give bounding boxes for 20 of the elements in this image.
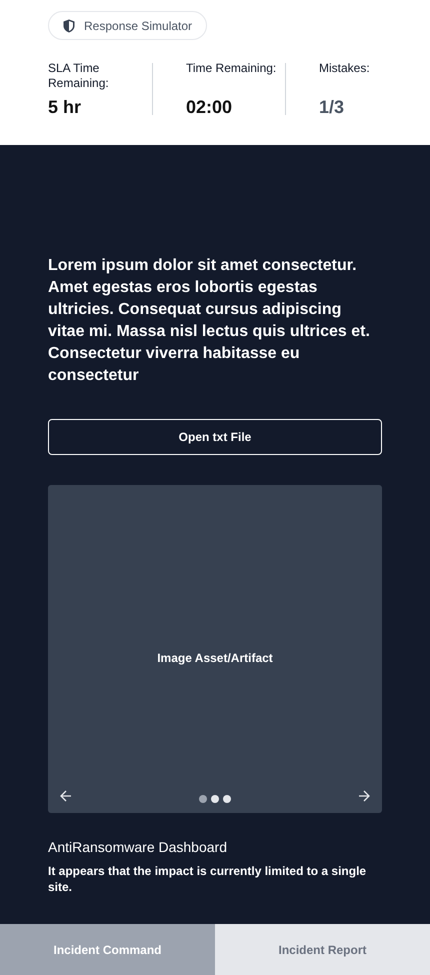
stat-label: Time Remaining: — [186, 61, 278, 76]
tab[interactable]: Incident Report — [215, 924, 430, 975]
carousel-dot[interactable] — [211, 795, 219, 803]
carousel-dot[interactable] — [223, 795, 231, 803]
previous-arrow-icon[interactable] — [60, 790, 72, 802]
carousel-dot[interactable] — [199, 795, 207, 803]
stat-value: 02:00 — [186, 97, 234, 117]
tab[interactable]: Incident Command — [0, 924, 215, 975]
artifact-description: It appears that the impact is currently limited to a single site. — [48, 863, 368, 895]
stat-label: Mistakes: — [319, 61, 371, 76]
open-file-button[interactable]: Open txt File — [48, 419, 382, 455]
stat-value: 1/3 — [319, 97, 346, 117]
prompt-text: Lorem ipsum dolor sit amet consectetur. Amet egestas eros lobortis egestas ultricies. Consequat cursus adipiscing vitae mi. Massa nisl lectus quis ultrices et. Consectetur viverra habitasse eu consectetur — [48, 256, 371, 386]
badge-label: Response Simulator — [84, 18, 192, 32]
stat-value: 5 hr — [48, 97, 82, 117]
shield-icon — [63, 18, 75, 32]
image-caption: Image Asset/Artifact — [157, 651, 273, 665]
next-arrow-icon[interactable] — [358, 790, 370, 802]
stat-label: SLA Time Remaining: — [48, 61, 110, 91]
artifact-title: AntiRansomware Dashboard — [48, 839, 228, 855]
